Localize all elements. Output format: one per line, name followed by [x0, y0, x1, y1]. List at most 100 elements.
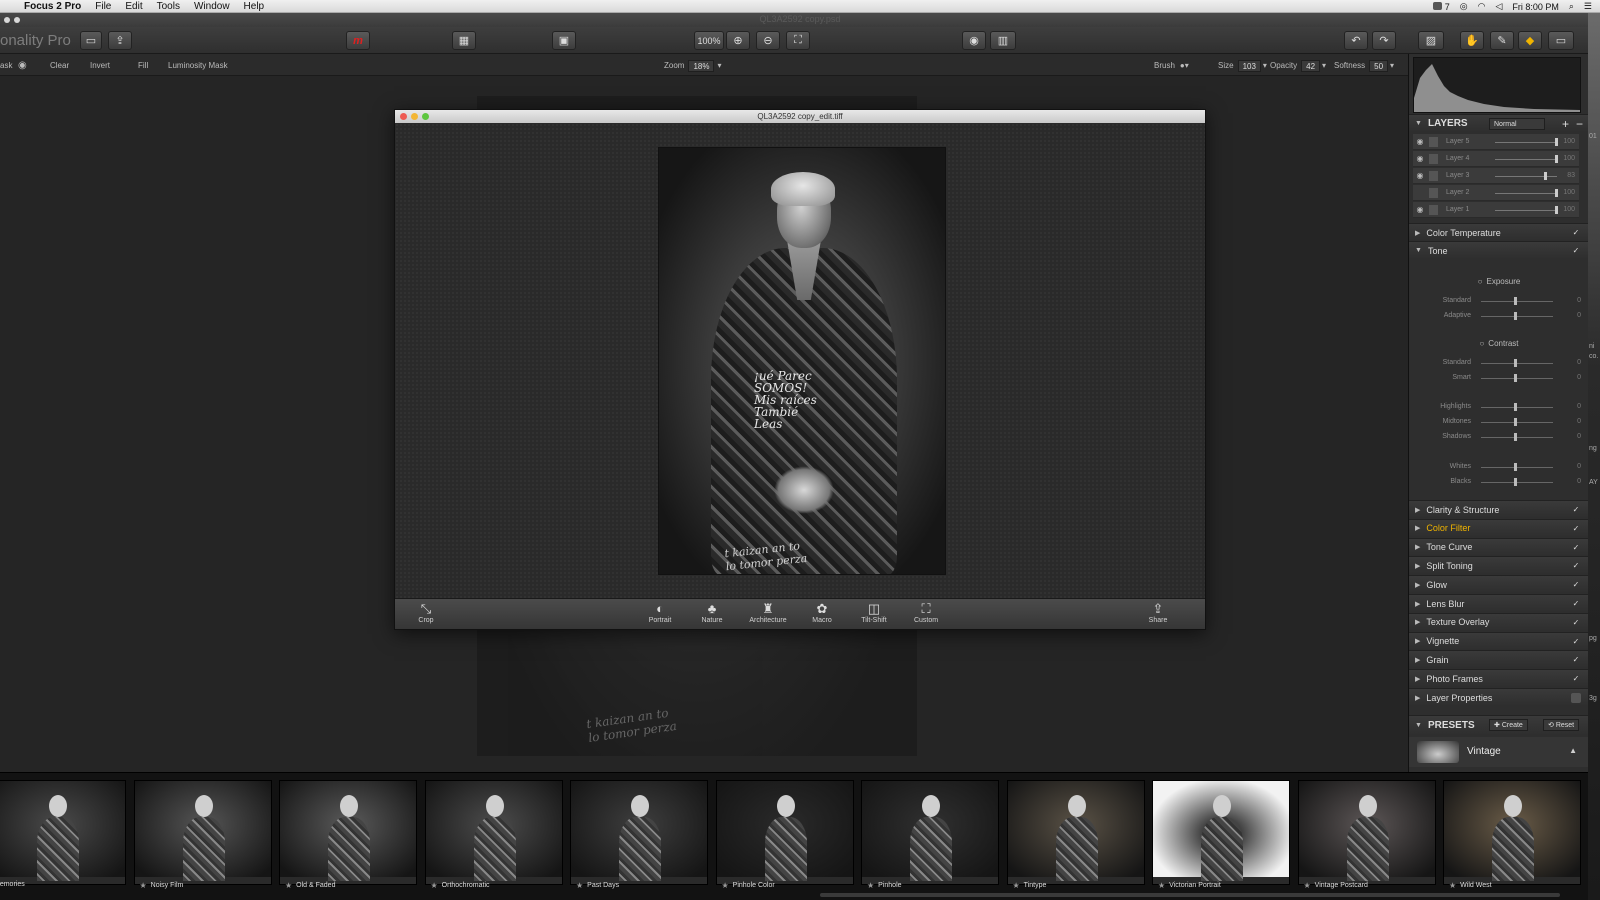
slider-track[interactable] [1481, 467, 1553, 468]
preset-thumbnail[interactable] [1006, 780, 1145, 885]
slider-track[interactable] [1481, 301, 1553, 302]
preset-thumbnail[interactable] [424, 780, 563, 885]
min-dot[interactable] [411, 113, 418, 120]
section-tone-curve[interactable]: ▶ Tone Curve ✓ [1409, 537, 1589, 556]
radio-icon[interactable]: ○ [1478, 277, 1483, 286]
fill-button[interactable]: Fill [132, 59, 154, 72]
wifi-icon[interactable]: ◠ [1478, 1, 1486, 12]
fit-screen-button[interactable]: ⛶ [786, 31, 810, 50]
layers-header[interactable]: ▼ LAYERS Normal + − [1409, 114, 1589, 132]
layer-opacity-track[interactable] [1495, 176, 1557, 177]
category-macro[interactable]: ✿ Macro [797, 601, 847, 624]
star-icon[interactable]: ★ [1449, 881, 1456, 890]
softness-dropdown-icon[interactable]: ▾ [1390, 61, 1394, 70]
browser-view-button[interactable]: ▦ [452, 31, 476, 50]
layer-opacity-track[interactable] [1495, 159, 1557, 160]
category-tilt-shift[interactable]: ◫ Tilt-Shift [849, 601, 899, 624]
preset-thumbnail[interactable] [715, 780, 854, 885]
notification-icon[interactable]: ☰ [1584, 1, 1592, 12]
slider-knob[interactable] [1514, 433, 1517, 441]
slider-track[interactable] [1481, 482, 1553, 483]
layer-row[interactable]: ◉ Layer 5 100 [1413, 134, 1579, 150]
section-texture-overlay[interactable]: ▶ Texture Overlay ✓ [1409, 612, 1589, 631]
layer-opacity-knob[interactable] [1555, 138, 1558, 146]
preview-button[interactable]: ◉ [962, 31, 986, 50]
layer-opacity-knob[interactable] [1555, 206, 1558, 214]
layer-opacity-knob[interactable] [1544, 172, 1548, 180]
softness-value[interactable]: 50 [1369, 59, 1389, 72]
preset-thumbnail[interactable] [1152, 780, 1290, 885]
section-tone[interactable]: ▼ Tone ✓ [1409, 241, 1589, 259]
preset-selector[interactable]: Vintage ▲ [1409, 737, 1589, 767]
menu-window[interactable]: Window [194, 1, 230, 12]
category-portrait[interactable]: ◐ Portrait [635, 601, 685, 624]
slider-knob[interactable] [1514, 359, 1517, 367]
clock[interactable]: Fri 8:00 PM [1512, 2, 1559, 12]
remove-layer-icon[interactable]: − [1576, 117, 1583, 131]
clear-button[interactable]: Clear [44, 59, 75, 72]
menu-edit[interactable]: Edit [125, 1, 142, 12]
slider-knob[interactable] [1514, 297, 1517, 305]
checkbox[interactable]: ✓ [1571, 524, 1581, 534]
checkbox[interactable]: ✓ [1571, 599, 1581, 609]
luminosity-mask-button[interactable]: Luminosity Mask [162, 59, 234, 72]
undo-button[interactable]: ↶ [1344, 31, 1368, 50]
section-color-temperature[interactable]: ▶ Color Temperature ✓ [1409, 223, 1589, 241]
preset-thumbnail[interactable] [861, 780, 999, 885]
zoom-dropdown-icon[interactable]: ▾ [717, 61, 721, 70]
section-vignette[interactable]: ▶ Vignette ✓ [1409, 631, 1589, 650]
menu-app-name[interactable]: Focus 2 Pro [24, 1, 81, 12]
zoom-dot[interactable] [422, 113, 429, 120]
slider-knob[interactable] [1514, 374, 1517, 382]
slider-track[interactable] [1481, 316, 1553, 317]
checkbox[interactable]: ✓ [1571, 674, 1581, 684]
image-tool-button[interactable]: ▨ [1418, 31, 1444, 50]
star-icon[interactable]: ★ [140, 881, 147, 890]
size-value[interactable]: 103 [1237, 59, 1261, 72]
category-architecture[interactable]: ♜ Architecture [743, 601, 793, 624]
checkbox[interactable]: ✓ [1571, 246, 1581, 256]
preset-thumbnail[interactable] [570, 780, 708, 885]
macphun-button[interactable]: m [346, 31, 370, 50]
layer-opacity-track[interactable] [1495, 193, 1557, 194]
preset-thumbnail[interactable] [133, 780, 272, 885]
star-icon[interactable]: ★ [576, 881, 583, 890]
photo-window-titlebar[interactable]: QL3A2592 copy_edit.tiff [395, 110, 1205, 123]
radio-icon[interactable]: ○ [1479, 339, 1484, 348]
layer-row[interactable]: Layer 2 100 [1413, 185, 1579, 201]
checkbox[interactable]: ✓ [1571, 543, 1581, 553]
section-layer-properties[interactable]: ▶ Layer Properties [1409, 688, 1589, 706]
checkbox[interactable]: ✓ [1571, 505, 1581, 515]
star-icon[interactable]: ★ [285, 881, 292, 890]
eye-icon[interactable]: ◉ [1413, 154, 1427, 163]
layer-row[interactable]: ◉ Layer 1 100 [1413, 202, 1579, 218]
checkbox[interactable]: ✓ [1571, 655, 1581, 665]
chevron-up-icon[interactable]: ▲ [1569, 746, 1577, 755]
zoom-100-button[interactable]: 100% [694, 31, 724, 50]
star-icon[interactable]: ★ [867, 881, 874, 890]
redo-button[interactable]: ↷ [1372, 31, 1396, 50]
section-clarity-structure[interactable]: ▶ Clarity & Structure ✓ [1409, 500, 1589, 518]
mask-eye-icon[interactable]: ◉ [18, 59, 27, 72]
slider-knob[interactable] [1514, 418, 1517, 426]
slider-knob[interactable] [1514, 403, 1517, 411]
open-folder-button[interactable]: ▭ [80, 31, 102, 50]
zoom-value[interactable]: 18% [688, 59, 715, 72]
compare-button[interactable]: ▥ [990, 31, 1016, 50]
slider-track[interactable] [1481, 422, 1553, 423]
layer-opacity-track[interactable] [1495, 210, 1557, 211]
layer-opacity-track[interactable] [1495, 142, 1557, 143]
category-custom[interactable]: ⛶ Custom [901, 601, 951, 624]
section-split-toning[interactable]: ▶ Split Toning ✓ [1409, 556, 1589, 575]
blend-mode-select[interactable]: Normal [1489, 118, 1545, 130]
invert-button[interactable]: Invert [84, 59, 116, 72]
menu-tools[interactable]: Tools [157, 1, 180, 12]
layer-opacity-knob[interactable] [1555, 155, 1558, 163]
section-grain[interactable]: ▶ Grain ✓ [1409, 650, 1589, 669]
close-dot[interactable] [400, 113, 407, 120]
hand-tool-button[interactable]: ✋ [1460, 31, 1484, 50]
add-layer-icon[interactable]: + [1562, 117, 1569, 131]
zoom-out-button[interactable]: ⊖ [756, 31, 780, 50]
star-icon[interactable]: ★ [1013, 881, 1020, 890]
eye-icon[interactable]: ◉ [1413, 205, 1427, 214]
